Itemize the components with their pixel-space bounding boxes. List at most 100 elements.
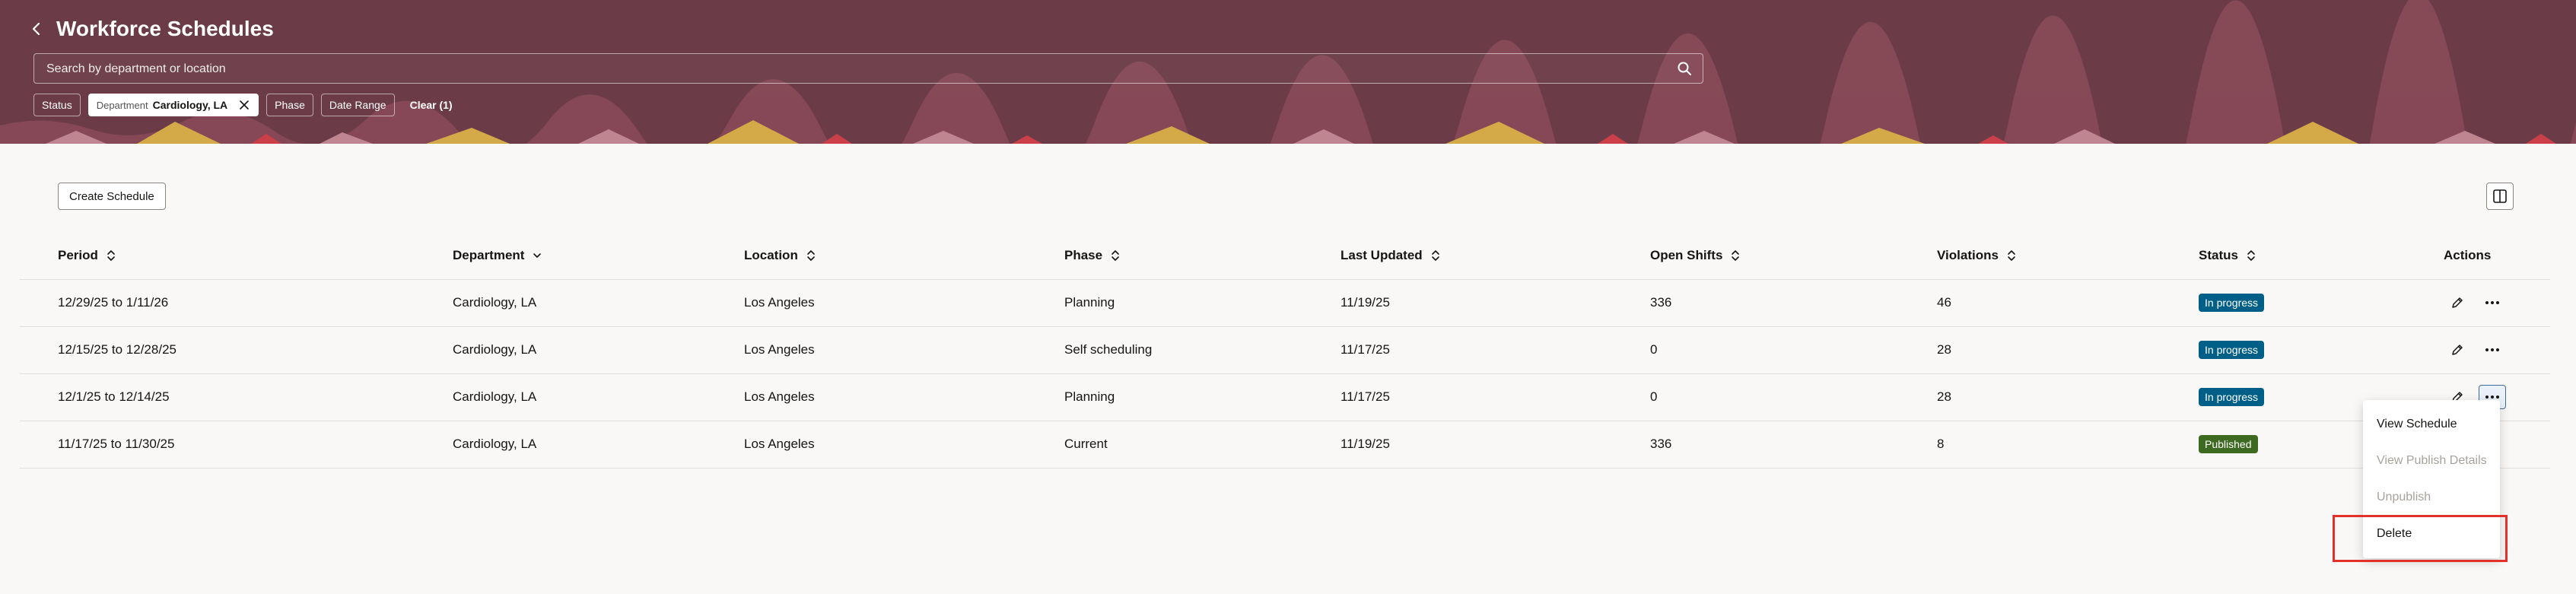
- search-icon[interactable]: [1677, 61, 1692, 76]
- table-row[interactable]: 12/15/25 to 12/28/25 Cardiology, LA Los …: [20, 327, 2550, 374]
- create-schedule-button[interactable]: Create Schedule: [58, 183, 166, 210]
- table-header: Period Department Location Phase Last Up…: [20, 233, 2550, 280]
- cell-open-shifts: 336: [1650, 295, 1672, 310]
- cell-status: In progress: [2199, 280, 2265, 326]
- cell-department: Cardiology, LA: [453, 437, 537, 451]
- cell-location: Los Angeles: [744, 389, 815, 404]
- menu-item-delete[interactable]: Delete: [2363, 516, 2500, 552]
- column-header-open-shifts[interactable]: Open Shifts: [1650, 233, 1741, 278]
- page-title: Workforce Schedules: [56, 17, 274, 40]
- filter-chip-phase[interactable]: Phase: [266, 94, 313, 116]
- cell-phase: Planning: [1064, 389, 1115, 404]
- status-badge: In progress: [2199, 341, 2265, 359]
- filter-chips: Status Department Cardiology, LA Phase D…: [33, 93, 460, 117]
- column-label: Status: [2199, 248, 2238, 262]
- more-actions-button[interactable]: [2479, 338, 2506, 362]
- cell-status: In progress: [2199, 374, 2265, 420]
- cell-phase: Current: [1064, 437, 1108, 451]
- status-badge: In progress: [2199, 388, 2265, 406]
- cell-phase: Planning: [1064, 295, 1115, 310]
- cell-last-updated: 11/17/25: [1340, 342, 1390, 357]
- search-field[interactable]: [33, 53, 1703, 84]
- cell-open-shifts: 0: [1650, 342, 1658, 357]
- cell-actions: [2444, 327, 2506, 373]
- menu-item-view-publish-details: View Publish Details: [2377, 454, 2487, 467]
- cell-violations: 28: [1937, 342, 1951, 357]
- menu-item-view-schedule[interactable]: View Schedule: [2363, 406, 2500, 443]
- column-label: Violations: [1937, 248, 1999, 262]
- row-actions-menu: View Schedule View Publish Details Unpub…: [2363, 400, 2500, 558]
- columns-icon: [2493, 189, 2507, 203]
- column-header-violations[interactable]: Violations: [1937, 233, 2017, 278]
- menu-item-unpublish: Unpublish: [2377, 491, 2431, 503]
- sort-icon: [2247, 250, 2255, 261]
- filter-chip-status[interactable]: Status: [33, 94, 81, 116]
- filter-chip-value: Cardiology, LA: [152, 99, 228, 111]
- cell-location: Los Angeles: [744, 295, 815, 310]
- column-header-department[interactable]: Department: [453, 233, 542, 278]
- cell-violations: 28: [1937, 389, 1951, 404]
- search-input[interactable]: [45, 54, 1661, 84]
- cell-location: Los Angeles: [744, 342, 815, 357]
- status-badge: Published: [2199, 435, 2258, 453]
- cell-last-updated: 11/19/25: [1340, 295, 1390, 310]
- cell-open-shifts: 336: [1650, 437, 1672, 451]
- more-horizontal-icon: [2485, 348, 2499, 351]
- cell-period: 11/17/25 to 11/30/25: [58, 437, 175, 451]
- sort-icon: [1732, 250, 1740, 261]
- cell-last-updated: 11/17/25: [1340, 389, 1390, 404]
- filter-chip-key: Department: [96, 99, 148, 111]
- filter-chip-department[interactable]: Department Cardiology, LA: [87, 94, 259, 116]
- clear-filters-button[interactable]: Clear (1): [402, 94, 460, 116]
- close-icon[interactable]: [238, 99, 250, 111]
- cell-department: Cardiology, LA: [453, 389, 537, 404]
- cell-violations: 46: [1937, 295, 1951, 310]
- column-label: Location: [744, 248, 798, 262]
- sort-icon: [1111, 250, 1119, 261]
- more-horizontal-icon: [2485, 395, 2499, 399]
- page-header: Workforce Schedules Status Department Ca…: [0, 0, 2576, 144]
- table-row[interactable]: 12/29/25 to 1/11/26 Cardiology, LA Los A…: [20, 280, 2550, 327]
- column-label: Last Updated: [1340, 248, 1423, 262]
- cell-department: Cardiology, LA: [453, 295, 537, 310]
- table-row[interactable]: 11/17/25 to 11/30/25 Cardiology, LA Los …: [20, 421, 2550, 469]
- cell-period: 12/1/25 to 12/14/25: [58, 389, 170, 404]
- cell-phase: Self scheduling: [1064, 342, 1153, 357]
- table-row[interactable]: 12/1/25 to 12/14/25 Cardiology, LA Los A…: [20, 374, 2550, 421]
- cell-department: Cardiology, LA: [453, 342, 537, 357]
- column-label: Open Shifts: [1650, 248, 1723, 262]
- column-header-location[interactable]: Location: [744, 233, 816, 278]
- sort-descending-icon: [533, 253, 542, 258]
- cell-status: Published: [2199, 421, 2258, 467]
- schedules-table: Period Department Location Phase Last Up…: [20, 233, 2550, 469]
- sort-icon: [2008, 250, 2015, 261]
- pencil-icon: [2452, 297, 2463, 308]
- column-settings-button[interactable]: [2486, 183, 2514, 210]
- cell-violations: 8: [1937, 437, 1945, 451]
- sort-icon: [807, 250, 815, 261]
- column-label: Department: [453, 248, 525, 262]
- filter-chip-date-range[interactable]: Date Range: [320, 94, 395, 116]
- more-actions-button[interactable]: [2479, 291, 2506, 315]
- column-header-phase[interactable]: Phase: [1064, 233, 1121, 278]
- column-label: Phase: [1064, 248, 1103, 262]
- more-horizontal-icon: [2485, 301, 2499, 304]
- chevron-left-icon: [32, 22, 40, 36]
- sort-icon: [1431, 250, 1439, 261]
- column-label: Period: [58, 248, 98, 262]
- sort-icon: [107, 250, 115, 261]
- cell-period: 12/15/25 to 12/28/25: [58, 342, 177, 357]
- column-header-actions: Actions: [2444, 248, 2492, 262]
- edit-button[interactable]: [2444, 338, 2471, 362]
- cell-open-shifts: 0: [1650, 389, 1658, 404]
- column-header-period[interactable]: Period: [58, 233, 116, 278]
- cell-period: 12/29/25 to 1/11/26: [58, 295, 169, 310]
- pencil-icon: [2452, 345, 2463, 355]
- cell-status: In progress: [2199, 327, 2265, 373]
- cell-actions: [2444, 280, 2506, 326]
- edit-button[interactable]: [2444, 291, 2471, 315]
- back-button[interactable]: [27, 18, 46, 40]
- column-header-last-updated[interactable]: Last Updated: [1340, 233, 1441, 278]
- column-header-status[interactable]: Status: [2199, 233, 2256, 278]
- cell-last-updated: 11/19/25: [1340, 437, 1390, 451]
